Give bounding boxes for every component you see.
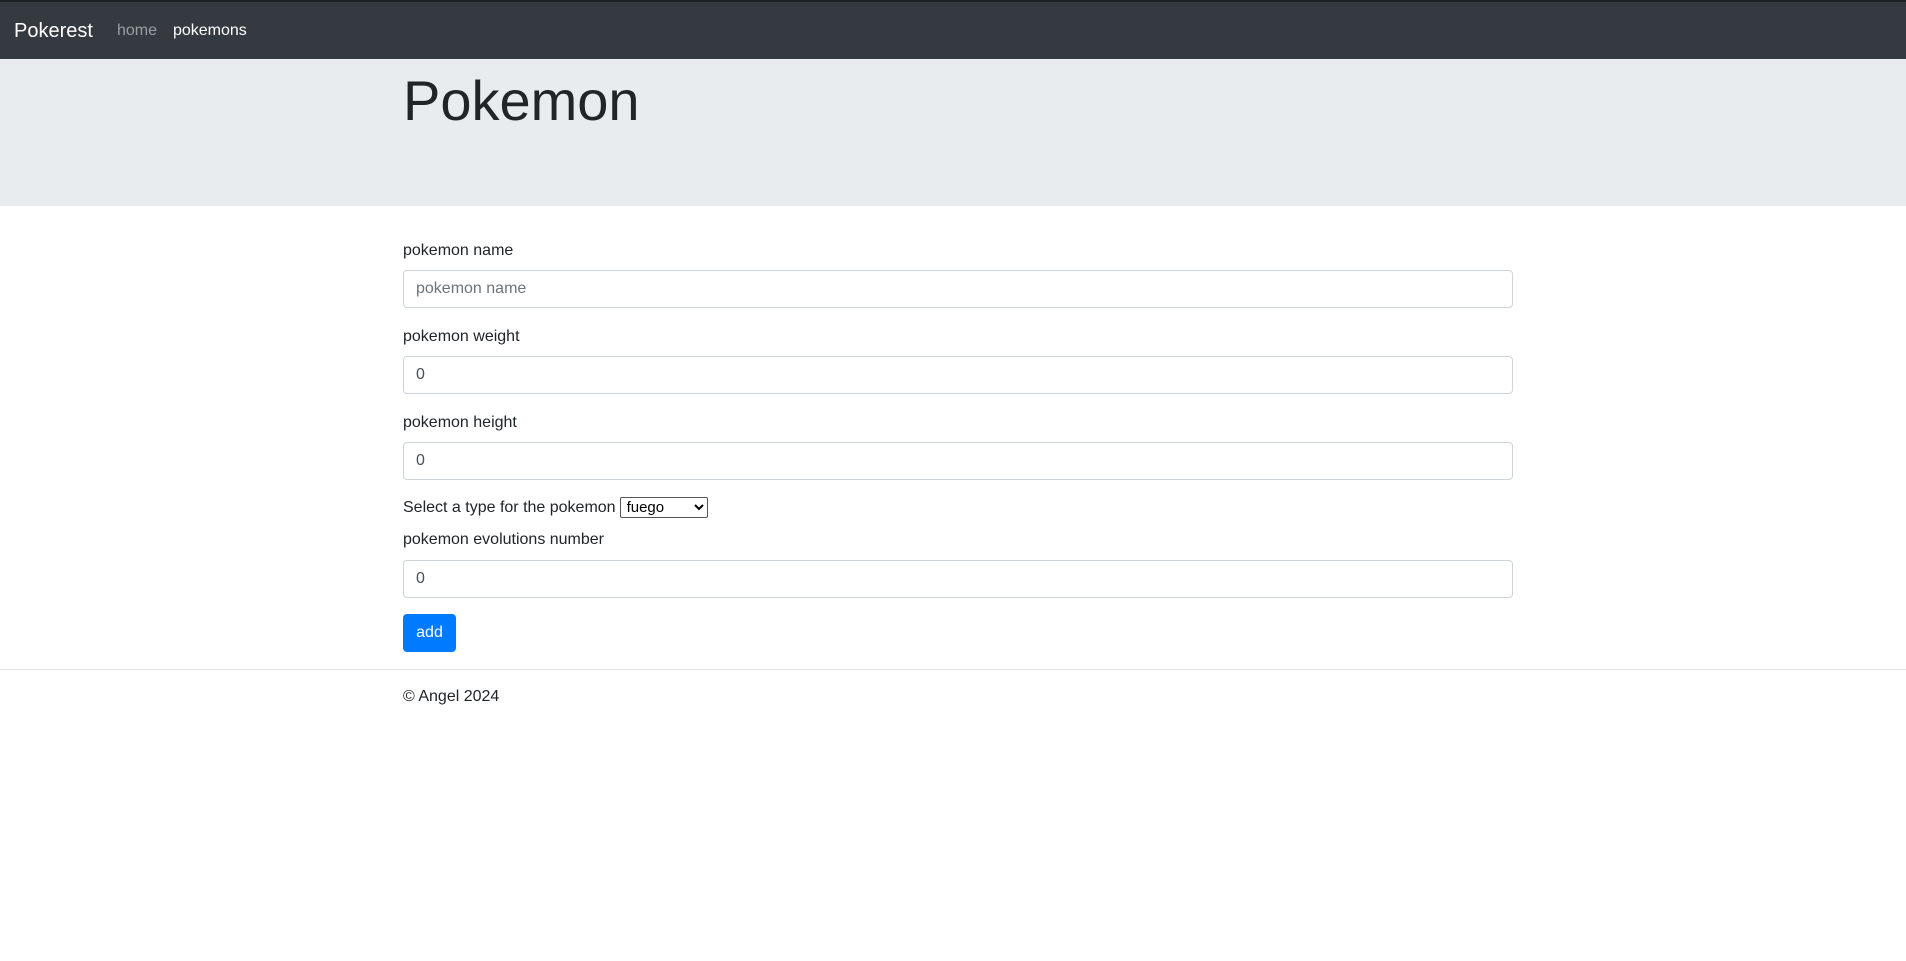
add-button[interactable]: add: [403, 614, 456, 652]
top-navbar: Pokerest home pokemons: [0, 0, 1906, 59]
page-header: [0, 59, 1906, 206]
page-title: Pokemon: [403, 69, 640, 132]
nav-link-home[interactable]: home: [117, 22, 157, 39]
type-select-label: Select a type for the pokemon: [403, 498, 616, 516]
type-select[interactable]: fuego: [619, 497, 708, 518]
brand-link[interactable]: Pokerest: [14, 21, 93, 41]
pokemon-height-label: pokemon height: [403, 414, 517, 431]
footer-divider: [0, 669, 1906, 670]
nav-link-pokemons[interactable]: pokemons: [173, 22, 247, 39]
pokemon-height-input[interactable]: [403, 442, 1513, 480]
type-select-row: Select a type for the pokemon fuego: [403, 497, 708, 518]
pokemon-evolutions-input[interactable]: [403, 560, 1513, 598]
footer-copyright: © Angel 2024: [403, 688, 500, 705]
pokemon-weight-input[interactable]: [403, 356, 1513, 394]
pokemon-name-label: pokemon name: [403, 242, 514, 259]
pokemon-name-input[interactable]: [403, 270, 1513, 308]
pokemon-evolutions-label: pokemon evolutions number: [403, 531, 605, 548]
pokemon-weight-label: pokemon weight: [403, 328, 520, 345]
